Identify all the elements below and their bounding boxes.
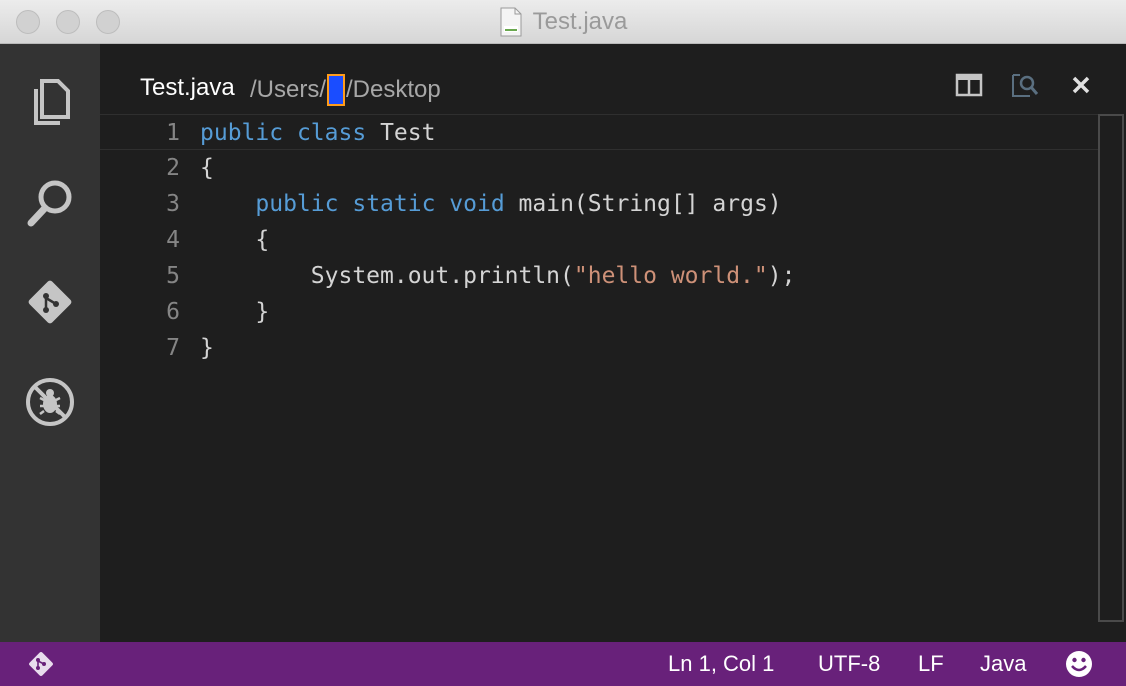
line-number: 7: [166, 335, 180, 361]
brace-token: }: [200, 335, 214, 361]
code-line[interactable]: 4 {: [100, 222, 1100, 258]
open-preview-button[interactable]: [1010, 70, 1040, 100]
status-bar: Ln 1, Col 1 UTF-8 LF Java: [0, 642, 1126, 686]
close-icon: [1072, 76, 1090, 94]
window-title: Test.java: [0, 0, 1126, 44]
git-button[interactable]: [22, 274, 78, 330]
keyword-token: public: [200, 120, 284, 146]
preview-icon: [1012, 74, 1039, 97]
code-line[interactable]: 5 System.out.println("hello world.");: [100, 258, 1100, 294]
search-icon: [27, 180, 72, 227]
code-line[interactable]: 3 public static void main(String[] args): [100, 186, 1100, 222]
activity-bar: [0, 44, 100, 642]
code-line[interactable]: 6 }: [100, 294, 1100, 330]
identifier-token: main(String[] args): [518, 191, 782, 217]
encoding-selector[interactable]: UTF-8: [818, 642, 880, 686]
identifier-token: Test: [380, 120, 436, 146]
window-title-text: Test.java: [532, 8, 628, 35]
language-selector[interactable]: Java: [980, 642, 1026, 686]
line-number: 6: [166, 299, 180, 325]
git-icon: [29, 652, 53, 676]
path-suffix: /Desktop: [346, 76, 441, 103]
explorer-button[interactable]: [22, 74, 78, 130]
keyword-token: public: [255, 191, 339, 217]
search-button[interactable]: [22, 174, 78, 230]
line-number: 2: [166, 155, 180, 181]
files-icon: [34, 79, 70, 125]
line-number: 5: [166, 263, 180, 289]
brace-token: {: [200, 155, 214, 181]
code-line[interactable]: 2 {: [100, 150, 1100, 186]
title-bar: Test.java: [0, 0, 1126, 44]
editor: Test.java /Users/ /Desktop 1 public clas…: [100, 44, 1126, 642]
brace-token: }: [255, 299, 270, 325]
keyword-token: static: [352, 191, 436, 217]
git-status-button[interactable]: [26, 642, 56, 686]
code-line[interactable]: 1 public class Test: [100, 114, 1100, 150]
git-icon: [28, 280, 72, 324]
line-number: 1: [166, 120, 180, 146]
close-editor-button[interactable]: [1066, 70, 1096, 100]
overview-ruler-scrollbar[interactable]: [1098, 114, 1124, 622]
identifier-token: );: [767, 263, 796, 289]
editor-file-path: /Users/ /Desktop: [250, 74, 441, 106]
eol-selector[interactable]: LF: [918, 642, 944, 686]
identifier-token: System.out.println(: [310, 263, 574, 289]
redaction-box: [327, 74, 346, 106]
split-editor-icon: [955, 73, 983, 97]
smiley-icon: [1066, 651, 1092, 677]
editor-file-name[interactable]: Test.java: [140, 74, 235, 102]
feedback-button[interactable]: [1064, 642, 1094, 686]
code-line[interactable]: 7 }: [100, 330, 1100, 366]
cursor-position[interactable]: Ln 1, Col 1: [668, 642, 774, 686]
code-area[interactable]: 1 public class Test 2 { 3 public static …: [100, 114, 1100, 366]
java-file-icon: [499, 7, 523, 37]
debug-icon: [26, 378, 74, 426]
keyword-token: void: [449, 191, 505, 217]
keyword-token: class: [296, 120, 367, 146]
path-prefix: /Users/: [250, 76, 327, 103]
line-number: 4: [166, 227, 180, 253]
debug-button[interactable]: [22, 374, 78, 430]
brace-token: {: [255, 227, 270, 253]
line-number: 3: [166, 191, 180, 217]
string-token: "hello world.": [573, 263, 768, 289]
split-editor-button[interactable]: [954, 70, 984, 100]
